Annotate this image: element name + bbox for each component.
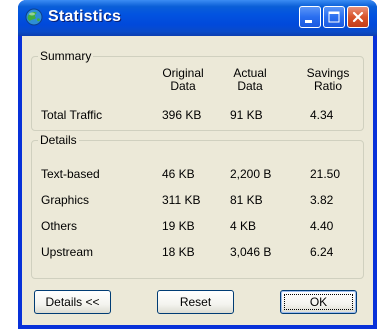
summary-group: Summary Original Data Actual Data Saving…	[31, 49, 364, 131]
details-row-upstream-label: Upstream	[41, 245, 94, 259]
title-bar[interactable]: Statistics	[18, 0, 377, 36]
details-row-graphics-original: 311 KB	[162, 193, 201, 207]
header-original-data: Original Data	[160, 67, 206, 93]
total-traffic-ratio: 4.34	[310, 108, 334, 122]
details-row-graphics-label: Graphics	[41, 193, 90, 207]
globe-icon	[25, 8, 43, 26]
details-row-others-ratio: 4.40	[310, 219, 334, 233]
total-traffic-original: 396 KB	[162, 108, 202, 122]
focus-rect	[284, 294, 353, 310]
header-actual-data: Actual Data	[230, 67, 270, 93]
details-row-text-based-actual: 2,200 B	[230, 167, 272, 181]
total-traffic-label: Total Traffic	[41, 108, 103, 122]
header-savings-ratio: Savings Ratio	[304, 67, 352, 93]
statistics-window: Statistics Summary Original Data Actual	[18, 0, 377, 329]
minimize-icon[interactable]	[299, 6, 321, 28]
header-ratio-line2: Ratio	[313, 79, 342, 93]
details-row-upstream-ratio: 6.24	[310, 245, 334, 259]
details-row-text-based-ratio: 21.50	[310, 167, 341, 181]
maximize-icon[interactable]	[323, 6, 345, 28]
details-legend: Details	[38, 133, 79, 147]
details-row-others-label: Others	[41, 219, 78, 233]
details-row-others-original: 19 KB	[162, 219, 195, 233]
window-title: Statistics	[48, 8, 122, 25]
details-row-graphics-actual: 81 KB	[230, 193, 263, 207]
reset-button-label: Reset	[179, 295, 212, 309]
close-icon[interactable]	[347, 6, 369, 28]
ok-button[interactable]: OK	[280, 290, 357, 314]
reset-button[interactable]: Reset	[157, 290, 234, 314]
details-row-upstream-actual: 3,046 B	[230, 245, 272, 259]
header-actual-line2: Data	[237, 79, 263, 93]
details-toggle-button[interactable]: Details <<	[34, 290, 111, 314]
details-row-graphics-ratio: 3.82	[310, 193, 334, 207]
details-row-upstream-original: 18 KB	[162, 245, 195, 259]
header-original-line2: Data	[170, 79, 196, 93]
details-group: Details Text-based 46 KB 2,200 B 21.50 G…	[31, 133, 364, 279]
details-row-others-actual: 4 KB	[230, 219, 257, 233]
details-button-label: Details <<	[45, 295, 100, 309]
summary-legend: Summary	[38, 49, 94, 63]
details-row-text-based-label: Text-based	[41, 167, 100, 181]
details-row-text-based-original: 46 KB	[162, 167, 195, 181]
total-traffic-actual: 91 KB	[230, 108, 263, 122]
